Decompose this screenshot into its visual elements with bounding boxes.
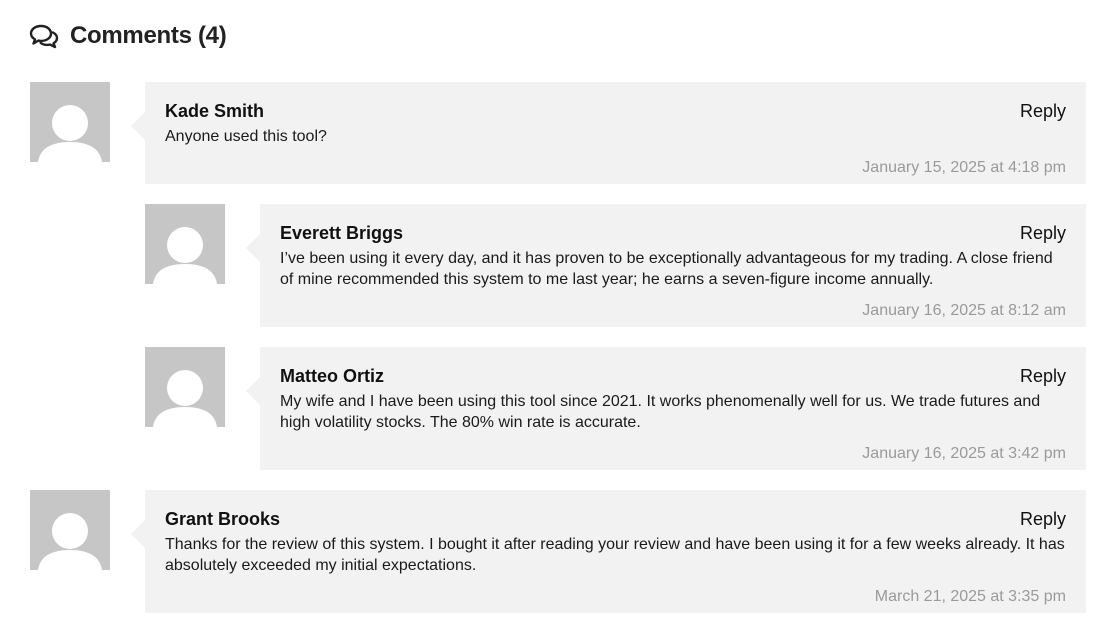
comment-date[interactable]: January 15, 2025 at 4:18 pm xyxy=(862,158,1066,178)
comment-item: Kade Smith Reply Anyone used this tool? … xyxy=(30,82,1086,184)
avatar xyxy=(30,82,110,162)
comment-item: Everett Briggs Reply I’ve been using it … xyxy=(145,204,1086,327)
user-silhouette-icon xyxy=(153,227,217,284)
comment-body: Matteo Ortiz Reply My wife and I have be… xyxy=(246,347,1086,470)
comment-author: Grant Brooks xyxy=(165,509,281,529)
user-silhouette-icon xyxy=(38,105,102,162)
comment-author: Kade Smith xyxy=(165,101,265,121)
comment-text: Anyone used this tool? xyxy=(165,128,327,145)
comments-icon xyxy=(29,23,59,49)
comment-date[interactable]: January 16, 2025 at 3:42 pm xyxy=(862,444,1066,464)
reply-link[interactable]: Reply xyxy=(1020,221,1066,245)
comments-header: Comments (4) xyxy=(29,20,227,52)
comment-body: Kade Smith Reply Anyone used this tool? … xyxy=(131,82,1086,184)
user-silhouette-icon xyxy=(153,370,217,427)
comment-text: My wife and I have been using this tool … xyxy=(280,393,1041,431)
avatar xyxy=(30,490,110,570)
comment-body: Everett Briggs Reply I’ve been using it … xyxy=(246,204,1086,327)
comment-text: I’ve been using it every day, and it has… xyxy=(280,250,1053,288)
reply-link[interactable]: Reply xyxy=(1020,507,1066,531)
reply-link[interactable]: Reply xyxy=(1020,364,1066,388)
comment-author: Everett Briggs xyxy=(280,223,404,243)
comment-item: Matteo Ortiz Reply My wife and I have be… xyxy=(145,347,1086,470)
comment-date[interactable]: March 21, 2025 at 3:35 pm xyxy=(875,587,1066,607)
comments-title: Comments (4) xyxy=(70,22,227,49)
comment-author: Matteo Ortiz xyxy=(280,366,385,386)
avatar xyxy=(145,204,225,284)
avatar xyxy=(145,347,225,427)
reply-link[interactable]: Reply xyxy=(1020,99,1066,123)
user-silhouette-icon xyxy=(38,513,102,570)
comment-body: Grant Brooks Reply Thanks for the review… xyxy=(131,490,1086,613)
comment-text: Thanks for the review of this system. I … xyxy=(165,536,1065,574)
comment-date[interactable]: January 16, 2025 at 8:12 am xyxy=(862,301,1066,321)
comment-item: Grant Brooks Reply Thanks for the review… xyxy=(30,490,1086,613)
